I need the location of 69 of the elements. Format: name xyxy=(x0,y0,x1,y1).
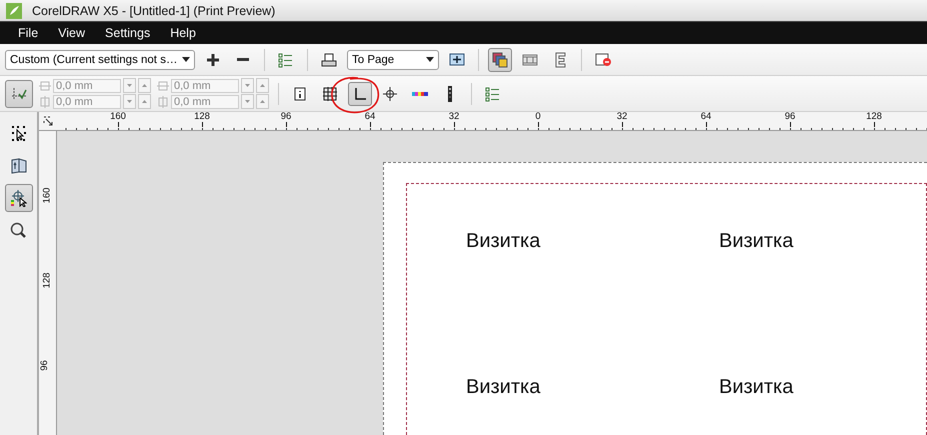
horizontal-offset-icon xyxy=(39,80,51,92)
close-window-icon xyxy=(595,52,611,68)
ruler-label: 96 xyxy=(784,112,796,122)
pick-tool-icon xyxy=(10,126,26,142)
spin-up-button[interactable] xyxy=(138,94,151,109)
checklist-icon xyxy=(278,52,294,68)
layers-icon xyxy=(492,52,508,68)
ruler-label: 64 xyxy=(700,112,712,122)
down-arrow-icon xyxy=(245,84,250,87)
ruler-label: 96 xyxy=(38,360,50,371)
ruler-label: 128 xyxy=(194,112,210,122)
caret-icon xyxy=(182,57,190,62)
app-icon xyxy=(6,2,22,18)
ruler-label: 128 xyxy=(866,112,882,122)
info-icon xyxy=(292,86,308,102)
card-text: Визитка xyxy=(719,230,794,254)
vertical-offset-icon xyxy=(157,96,169,108)
ruler-label: 32 xyxy=(616,112,628,122)
spin-up-button[interactable] xyxy=(138,78,151,93)
zoom-icon xyxy=(10,222,27,238)
tool-button[interactable] xyxy=(5,80,33,108)
ruler-label: 32 xyxy=(448,112,460,122)
toolbox-tool[interactable] xyxy=(4,184,32,212)
ruler-origin-icon xyxy=(42,116,52,126)
crop-tool-icon xyxy=(11,86,27,102)
ruler-label: 0 xyxy=(535,112,541,122)
view-mode-button[interactable] xyxy=(488,48,512,72)
down-arrow-icon xyxy=(127,84,132,87)
spin-up-button[interactable] xyxy=(256,94,269,109)
crosshair-icon xyxy=(382,86,398,102)
menu-item[interactable]: Settings xyxy=(105,26,150,40)
card-text: Визитка xyxy=(466,376,542,400)
zoom-dropdown[interactable]: To Page xyxy=(347,50,439,70)
color-bar-icon xyxy=(412,92,428,96)
spin-down-button[interactable] xyxy=(241,78,254,93)
fit-page-icon xyxy=(449,52,465,68)
up-arrow-icon xyxy=(260,84,265,87)
ruler-label: 128 xyxy=(41,272,52,288)
printer-icon xyxy=(321,52,337,68)
spin-down-button[interactable] xyxy=(123,78,136,93)
down-arrow-icon xyxy=(127,100,132,103)
up-arrow-icon xyxy=(260,100,265,103)
plus-icon xyxy=(205,52,221,68)
up-arrow-icon xyxy=(142,84,147,87)
preset-dropdown[interactable]: Custom (Current settings not s… xyxy=(5,50,195,70)
menu-item[interactable]: Help xyxy=(170,26,196,40)
spin-down-button[interactable] xyxy=(123,94,136,109)
minus-icon xyxy=(237,58,249,61)
ruler-label: 160 xyxy=(41,188,52,204)
spin-down-button[interactable] xyxy=(241,94,254,109)
menu-item[interactable]: View xyxy=(58,26,86,40)
card-text: Визитка xyxy=(466,230,542,254)
spin-up-button[interactable] xyxy=(256,78,269,93)
down-arrow-icon xyxy=(245,100,250,103)
imposition-tool-icon xyxy=(10,157,26,175)
caret-icon xyxy=(426,57,434,62)
menu-item[interactable]: File xyxy=(18,26,38,40)
card-text: Визитка xyxy=(719,376,794,400)
vertical-offset-icon xyxy=(39,96,51,108)
ruler-label: 64 xyxy=(364,112,376,122)
ruler-label: 96 xyxy=(280,112,292,122)
film-icon xyxy=(522,52,538,68)
up-arrow-icon xyxy=(142,100,147,103)
checklist-icon xyxy=(485,86,501,102)
horizontal-offset-icon xyxy=(157,80,169,92)
window-title: CorelDRAW X5 - [Untitled-1] (Print Preview) xyxy=(32,4,276,18)
marks-tool-icon xyxy=(10,190,26,206)
ruler-label: 160 xyxy=(110,112,126,122)
layout-tool-button[interactable] xyxy=(348,82,372,106)
